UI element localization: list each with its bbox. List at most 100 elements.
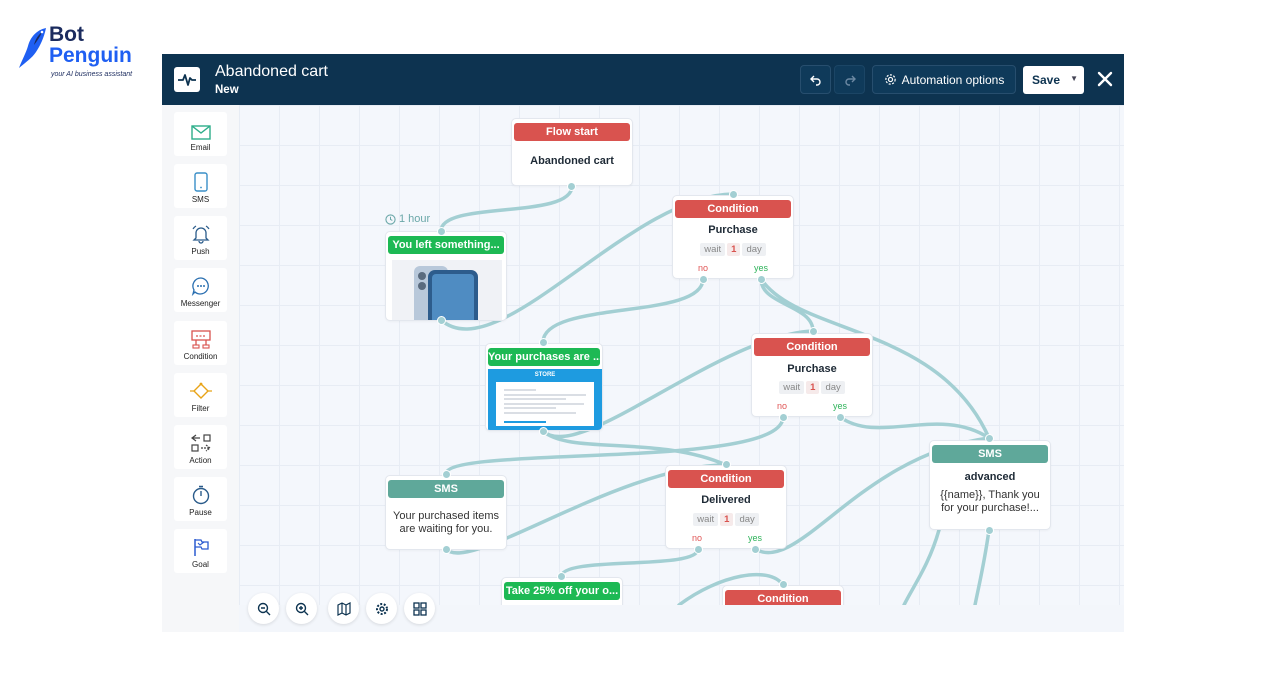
palette-filter[interactable]: Filter: [174, 373, 227, 417]
cond2-header: Condition: [754, 338, 870, 356]
connector-dot[interactable]: [442, 470, 451, 479]
wait-value: 1: [727, 243, 741, 256]
minimap-button[interactable]: [328, 593, 359, 624]
gear-icon: [375, 602, 388, 615]
palette-filter-label: Filter: [191, 404, 210, 413]
palette-condition-label: Condition: [183, 352, 218, 361]
cond2-title: Purchase: [787, 363, 837, 375]
email1-header: You left something...: [388, 236, 504, 254]
grid-icon: [412, 601, 427, 616]
delay-label[interactable]: 1 hour: [385, 213, 430, 225]
sms2-header: SMS: [932, 445, 1048, 463]
connector-dot[interactable]: [442, 545, 451, 554]
flag-icon: [193, 539, 209, 556]
email3-header: Take 25% off your o...: [504, 582, 620, 600]
cond1-title: Purchase: [708, 224, 758, 236]
connector-dot[interactable]: [699, 275, 708, 284]
connector-dot[interactable]: [539, 338, 548, 347]
wire-cond1-no-to-email2: [541, 277, 705, 344]
wire-cond3-no-to-email3: [559, 547, 700, 579]
connector-dot[interactable]: [809, 327, 818, 336]
delay-text: 1 hour: [399, 213, 431, 225]
palette-sms[interactable]: SMS: [174, 164, 227, 208]
connector-dot[interactable]: [729, 190, 738, 199]
node-email-take-25-off[interactable]: Take 25% off your o...: [501, 577, 623, 605]
cond1-yes-label: yes: [754, 263, 769, 273]
node-palette: Email SMS Push Messenger Condition Filte…: [162, 105, 239, 632]
flow-canvas[interactable]: Flow start Abandoned cart 1 hour You lef…: [239, 105, 1124, 605]
automation-options-button[interactable]: Automation options: [872, 65, 1016, 94]
layout-grid-button[interactable]: [404, 593, 435, 624]
node-condition-delivered[interactable]: Condition Delivered wait 1 day no yes: [665, 465, 787, 549]
node-flow-start[interactable]: Flow start Abandoned cart: [511, 118, 633, 186]
chevron-down-icon[interactable]: ▼: [1070, 74, 1078, 83]
bell-icon: [191, 225, 210, 244]
connector-dot[interactable]: [567, 182, 576, 191]
node-sms-purchased-items[interactable]: SMS Your purchased items are waiting for…: [385, 475, 507, 550]
palette-email[interactable]: Email: [174, 112, 227, 156]
connector-dot[interactable]: [437, 227, 446, 236]
close-icon: [1097, 71, 1113, 87]
zoom-out-button[interactable]: [248, 593, 279, 624]
cond1-no-label: no: [698, 263, 709, 273]
stopwatch-icon: [192, 485, 209, 505]
filter-icon: [189, 382, 212, 399]
flow-status: New: [215, 84, 239, 96]
palette-push-label: Push: [191, 247, 210, 256]
palette-messenger-label: Messenger: [180, 299, 221, 308]
node-condition-purchase-2[interactable]: Condition Purchase wait 1 day no yes: [751, 333, 873, 417]
zoom-in-icon: [295, 602, 308, 615]
palette-email-label: Email: [190, 143, 211, 152]
palette-goal[interactable]: Goal: [174, 529, 227, 573]
palette-condition[interactable]: Condition: [174, 321, 227, 365]
node-sms-advanced[interactable]: SMS advanced {{name}}, Thank you for you…: [929, 440, 1051, 530]
cond4-header: Condition: [725, 590, 841, 605]
email-text-lines: [504, 389, 586, 423]
palette-action[interactable]: Action: [174, 425, 227, 469]
chat-bubble-icon: [191, 277, 209, 296]
wait-value: 1: [720, 513, 734, 526]
palette-messenger[interactable]: Messenger: [174, 268, 227, 312]
cond1-header: Condition: [675, 200, 791, 218]
mobile-phone-icon: [193, 172, 208, 192]
close-button[interactable]: [1094, 67, 1116, 91]
connector-dot[interactable]: [779, 413, 788, 422]
save-label: Save: [1032, 73, 1061, 87]
connector-dot[interactable]: [437, 316, 446, 325]
brand-name-line1: Bot: [49, 23, 84, 46]
cond3-title: Delivered: [701, 494, 751, 506]
connector-dot[interactable]: [779, 580, 788, 589]
email-preview: STORE: [488, 369, 602, 430]
email2-header: Your purchases are ...: [488, 348, 600, 366]
cond3-no-label: no: [692, 533, 703, 543]
redo-icon: [844, 75, 856, 86]
connector-dot[interactable]: [557, 572, 566, 581]
sms1-header: SMS: [388, 480, 504, 498]
connector-dot[interactable]: [985, 434, 994, 443]
connector-dot[interactable]: [757, 275, 766, 284]
connector-dot[interactable]: [836, 413, 845, 422]
wait-unit: day: [742, 243, 766, 256]
node-email-your-purchases[interactable]: Your purchases are ... STORE: [485, 343, 603, 431]
connector-dot[interactable]: [722, 460, 731, 469]
wire-cond2-yes-to-sms2: [838, 415, 991, 440]
palette-pause[interactable]: Pause: [174, 477, 227, 521]
palette-push[interactable]: Push: [174, 216, 227, 260]
connector-dot[interactable]: [985, 526, 994, 535]
wire-sms2-down-left: [902, 528, 941, 605]
undo-button[interactable]: [800, 65, 831, 94]
redo-button[interactable]: [834, 65, 865, 94]
zoom-in-button[interactable]: [286, 593, 317, 624]
cond3-header: Condition: [668, 470, 784, 488]
wait-label: wait: [693, 513, 719, 526]
flow-start-title: Abandoned cart: [530, 155, 614, 167]
node-condition-purchase-1[interactable]: Condition Purchase wait 1 day no yes: [672, 195, 794, 279]
connector-dot[interactable]: [539, 427, 548, 436]
canvas-settings-button[interactable]: [366, 593, 397, 624]
save-button[interactable]: Save ▼: [1023, 66, 1084, 94]
sms1-text: Your purchased items are waiting for you…: [393, 510, 499, 535]
node-email-you-left-something[interactable]: You left something...: [385, 231, 507, 321]
automation-options-label: Automation options: [901, 72, 1005, 87]
connector-dot[interactable]: [751, 545, 760, 554]
connector-dot[interactable]: [694, 545, 703, 554]
